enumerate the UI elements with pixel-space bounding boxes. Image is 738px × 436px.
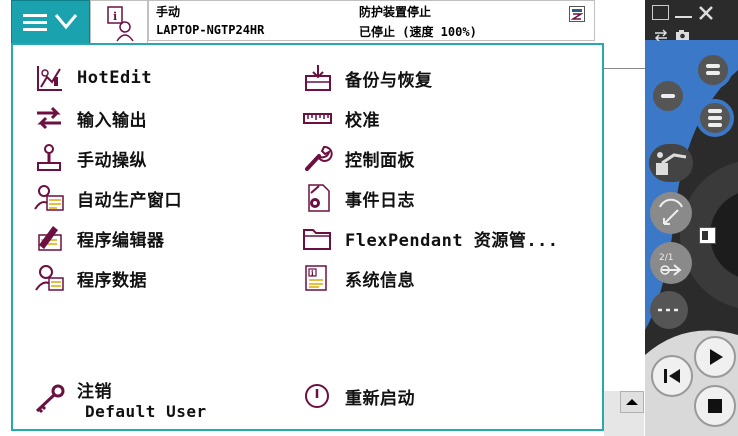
menu-label: FlexPendant 资源管... [345, 230, 559, 251]
hotedit-icon [31, 63, 67, 93]
menu-label: 备份与恢复 [345, 70, 433, 91]
menu-label: 输入输出 [77, 110, 147, 131]
joystick-icon [31, 143, 67, 173]
restart-label: 重新启动 [345, 388, 415, 409]
menu-label: 手动操纵 [77, 150, 147, 171]
programmable-key-1[interactable] [693, 50, 733, 90]
power-icon [299, 381, 335, 411]
close-icon [699, 6, 713, 20]
event-log-icon [299, 183, 335, 213]
logged-in-user: Default User [85, 402, 207, 421]
abb-main-menu: HotEdit 输入输出 手动操纵 自动生产窗口 程序编辑器 程序数据 注销 D… [11, 43, 604, 431]
system-info-icon: i [299, 263, 335, 293]
status-bar[interactable]: 手动 LAPTOP-NGTP24HR 防护装置停止 已停止 (速度 100%) [148, 0, 595, 41]
svg-text:2/1: 2/1 [659, 253, 673, 263]
menu-item-control-panel[interactable]: 控制面板 [299, 141, 415, 175]
menu-label: 控制面板 [345, 150, 415, 171]
restart-button[interactable]: 重新启动 [299, 379, 415, 413]
reorient-icon [650, 192, 692, 234]
auto-production-icon [31, 183, 67, 213]
menu-item-flexpendant-explorer[interactable]: FlexPendant 资源管... [299, 221, 559, 255]
quickset-icon[interactable] [569, 6, 585, 22]
programmable-key-3[interactable] [695, 98, 735, 138]
menu-item-jogging[interactable]: 手动操纵 [31, 141, 147, 175]
menu-item-backup-restore[interactable]: 备份与恢复 [299, 61, 433, 95]
stop-icon [694, 385, 736, 427]
robot-arm-icon [649, 144, 693, 182]
key-three-bars-icon [696, 99, 734, 137]
menu-item-hotedit[interactable]: HotEdit [31, 61, 152, 95]
swap-side-button[interactable] [653, 26, 669, 42]
menu-item-calibration[interactable]: 校准 [299, 101, 380, 135]
programmable-key-2[interactable] [648, 76, 688, 116]
start-button[interactable] [693, 335, 737, 379]
increment-icon [650, 291, 688, 329]
menu-label: 系统信息 [345, 270, 415, 291]
step-back-icon [651, 355, 693, 397]
controller-name: LAPTOP-NGTP24HR [156, 23, 265, 37]
triangle-up-icon [626, 399, 638, 405]
menu-icon [23, 14, 78, 31]
menu-label: 自动生产窗口 [77, 190, 182, 211]
menu-item-system-info[interactable]: i 系统信息 [299, 261, 415, 295]
restore-window-button[interactable] [652, 5, 669, 20]
key-bar-icon [649, 77, 687, 115]
close-window-button[interactable] [697, 4, 715, 22]
stop-button[interactable] [693, 384, 737, 428]
camera-icon [676, 30, 689, 40]
io-icon [31, 103, 67, 133]
abb-menu-button[interactable] [11, 0, 90, 44]
step-backward-button[interactable] [650, 354, 694, 398]
swap-arrows-icon [654, 29, 668, 42]
jog-mode-linear-key[interactable] [648, 190, 694, 236]
svg-text:i: i [113, 10, 117, 23]
menu-label: 程序编辑器 [77, 230, 165, 251]
key-bars-icon [694, 51, 732, 89]
play-icon [694, 336, 736, 378]
menu-label: 程序数据 [77, 270, 147, 291]
menu-label: 校准 [345, 110, 380, 131]
program-editor-icon [31, 223, 67, 253]
operation-mode: 手动 [156, 5, 181, 19]
wrench-icon [299, 143, 335, 173]
program-data-icon [31, 263, 67, 293]
program-state: 已停止 (速度 100%) [359, 25, 477, 39]
jog-panel: 2/1 [645, 0, 738, 436]
menu-item-program-editor[interactable]: 程序编辑器 [31, 221, 165, 255]
mechanical-unit-key[interactable] [648, 143, 694, 183]
jog-mode-axis-key[interactable]: 2/1 [648, 240, 694, 286]
menu-item-program-data[interactable]: 程序数据 [31, 261, 147, 295]
log-off-label: 注销 [77, 382, 112, 402]
backup-restore-icon [299, 63, 335, 93]
svg-text:i: i [311, 269, 314, 278]
operator-window-button[interactable]: i [90, 0, 148, 44]
panel-toggle-icon [699, 227, 716, 244]
jog-panel-toggle[interactable] [699, 227, 716, 244]
menu-label: HotEdit [77, 68, 153, 88]
menu-item-production-window[interactable]: 自动生产窗口 [31, 181, 182, 215]
menu-label: 事件日志 [345, 190, 415, 211]
increment-key[interactable] [648, 289, 690, 331]
scroll-up-button[interactable] [620, 391, 644, 413]
controller-state: 防护装置停止 [359, 5, 432, 19]
key-icon [31, 384, 67, 414]
operator-info-icon: i [107, 6, 134, 42]
menu-item-event-log[interactable]: 事件日志 [299, 181, 415, 215]
axis-1-3-icon: 2/1 [650, 242, 692, 284]
log-off-button[interactable]: 注销 Default User [31, 379, 207, 421]
menu-item-io[interactable]: 输入输出 [31, 101, 147, 135]
minimize-window-button[interactable] [675, 5, 692, 18]
folder-icon [299, 223, 335, 253]
screenshot-button[interactable] [675, 26, 691, 40]
calibration-icon [299, 103, 335, 133]
